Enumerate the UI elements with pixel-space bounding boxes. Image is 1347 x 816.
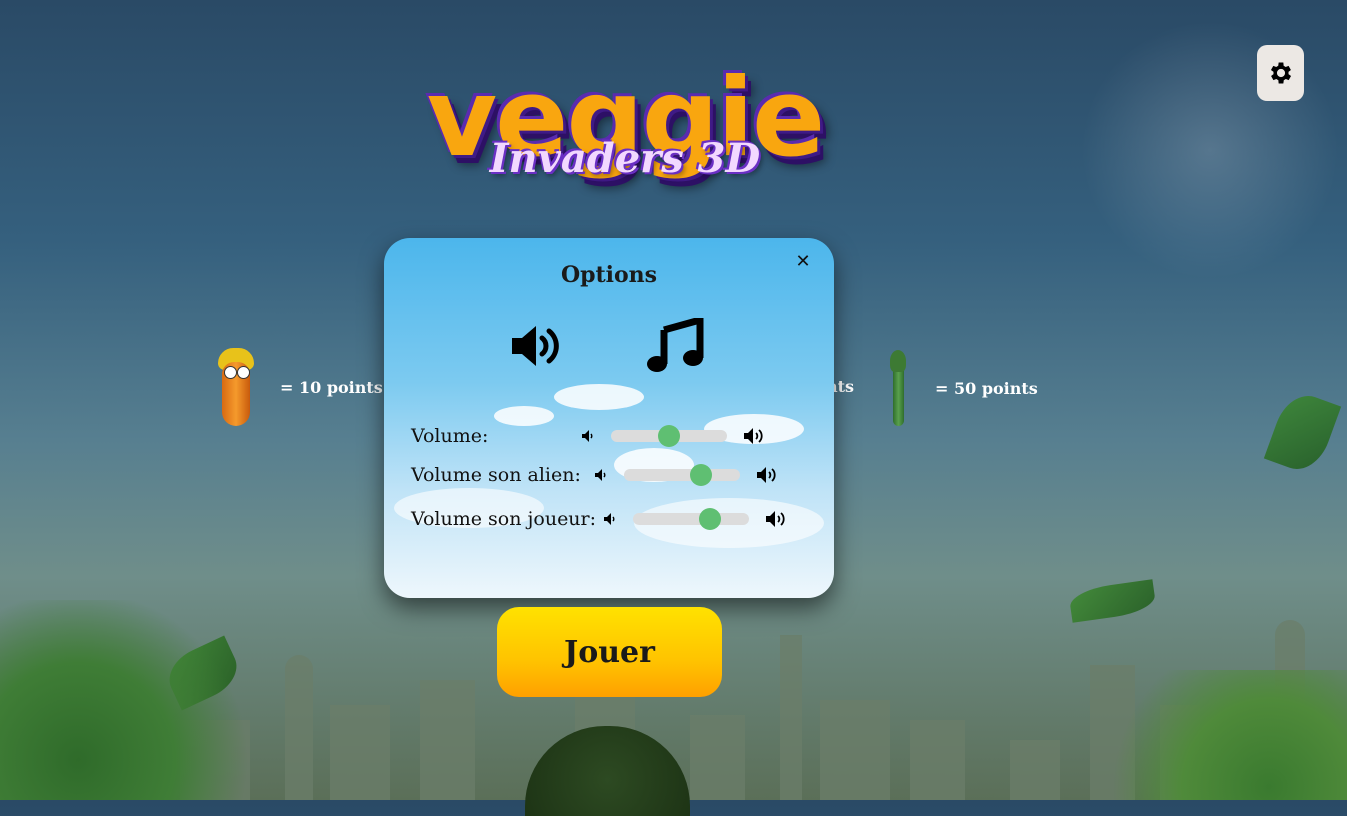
volume-high-icon <box>757 467 776 483</box>
legend-item-asparagus: = 50 points <box>887 350 1038 426</box>
legend-label: = 10 points <box>280 377 383 397</box>
game-logo: veggie Invaders 3D <box>380 20 870 220</box>
slider-thumb[interactable] <box>698 508 721 530</box>
logo-subtitle: Invaders 3D <box>489 135 761 182</box>
slider-row-player: Volume son joueur: <box>411 508 787 530</box>
options-dialog: Options ✕ Volume: Volume son alien: Volu… <box>384 238 834 598</box>
volume-low-icon <box>604 513 615 525</box>
floating-leaf <box>1068 579 1157 623</box>
slider-thumb[interactable] <box>658 425 680 447</box>
slider-row-volume: Volume: <box>411 425 765 447</box>
slider-row-alien: Volume son alien: <box>411 464 778 486</box>
legend-label: = 50 points <box>935 378 1038 398</box>
cloud <box>494 406 554 426</box>
speaker-icon[interactable] <box>510 324 564 368</box>
alien-volume-slider[interactable] <box>624 464 740 486</box>
settings-button[interactable] <box>1257 45 1304 101</box>
close-button[interactable]: ✕ <box>792 250 814 272</box>
gear-icon <box>1270 62 1291 84</box>
asparagus-alien-icon <box>887 350 909 426</box>
volume-high-icon <box>766 511 785 527</box>
volume-slider[interactable] <box>611 425 727 447</box>
floating-leaf <box>1263 387 1342 478</box>
slider-label: Volume son joueur: <box>411 508 597 530</box>
volume-high-icon <box>744 428 763 444</box>
volume-low-icon <box>582 430 593 442</box>
slider-thumb[interactable] <box>689 464 712 486</box>
play-button[interactable]: Jouer <box>497 607 722 697</box>
broccoli <box>525 726 690 816</box>
options-title: Options <box>560 262 658 288</box>
music-note-icon[interactable] <box>646 318 704 374</box>
legend-item-carrot: = 10 points <box>216 348 383 426</box>
slider-label: Volume son alien: <box>411 464 581 486</box>
volume-low-icon <box>595 469 606 481</box>
vegetables-right <box>1087 670 1347 800</box>
carrot-alien-icon <box>216 348 256 426</box>
vegetables-left <box>0 600 260 800</box>
player-volume-slider[interactable] <box>633 508 749 530</box>
slider-label: Volume: <box>411 425 489 447</box>
cloud <box>554 384 644 410</box>
